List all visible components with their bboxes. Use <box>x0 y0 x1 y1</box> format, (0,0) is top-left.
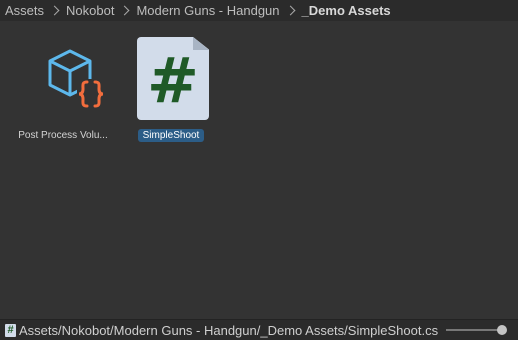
chevron-right-icon <box>49 5 60 16</box>
breadcrumb-assets[interactable]: Assets <box>5 3 44 18</box>
zoom-slider[interactable] <box>446 325 507 335</box>
csharp-script-icon: # <box>5 323 16 337</box>
status-bar: # Assets/Nokobot/Modern Guns - Handgun/_… <box>0 319 518 340</box>
hash-glyph: # <box>147 43 199 117</box>
zoom-slider-thumb[interactable] <box>497 325 507 335</box>
breadcrumb-nokobot[interactable]: Nokobot <box>66 3 114 18</box>
asset-grid: Post Process Volu... # SimpleShoot <box>0 21 518 319</box>
asset-simpleshoot[interactable]: # SimpleShoot <box>121 35 221 142</box>
post-process-volume-icon <box>23 35 107 125</box>
csharp-script-icon: # <box>131 35 211 125</box>
zoom-slider-track[interactable] <box>446 329 502 331</box>
asset-label: Post Process Volu... <box>18 130 108 141</box>
asset-label: SimpleShoot <box>137 129 205 142</box>
breadcrumb: Assets Nokobot Modern Guns - Handgun _De… <box>0 0 518 21</box>
breadcrumb-modern-guns-handgun[interactable]: Modern Guns - Handgun <box>136 3 279 18</box>
asset-post-process-volume[interactable]: Post Process Volu... <box>13 35 113 142</box>
chevron-right-icon <box>285 5 295 16</box>
selected-asset-path: Assets/Nokobot/Modern Guns - Handgun/_De… <box>19 322 439 338</box>
breadcrumb-demo-assets[interactable]: _Demo Assets <box>302 3 391 18</box>
chevron-right-icon <box>119 5 130 16</box>
